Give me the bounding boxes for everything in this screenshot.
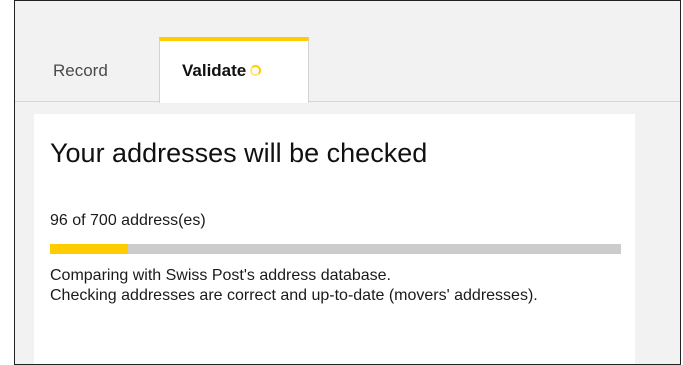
tab-record[interactable]: Record [53, 37, 159, 102]
tab-validate[interactable]: Validate [159, 37, 309, 103]
description-line-2: Checking addresses are correct and up-to… [50, 287, 538, 304]
progress-bar-fill [50, 244, 129, 254]
app-frame: Record Validate Your addresses will be c… [14, 0, 681, 365]
tab-bar-divider [15, 101, 680, 102]
tab-record-label: Record [53, 61, 108, 80]
loading-spinner-icon [250, 65, 262, 76]
description-line-1: Comparing with Swiss Post's address data… [50, 267, 391, 284]
status-description: Comparing with Swiss Post's address data… [50, 266, 625, 306]
tab-bar: Record Validate [15, 1, 680, 103]
progress-bar [50, 244, 621, 254]
tab-validate-label: Validate [182, 61, 247, 80]
card-title: Your addresses will be checked [50, 138, 428, 168]
address-count-text: 96 of 700 address(es) [50, 212, 206, 229]
validation-card: Your addresses will be checked 96 of 700… [34, 114, 635, 364]
